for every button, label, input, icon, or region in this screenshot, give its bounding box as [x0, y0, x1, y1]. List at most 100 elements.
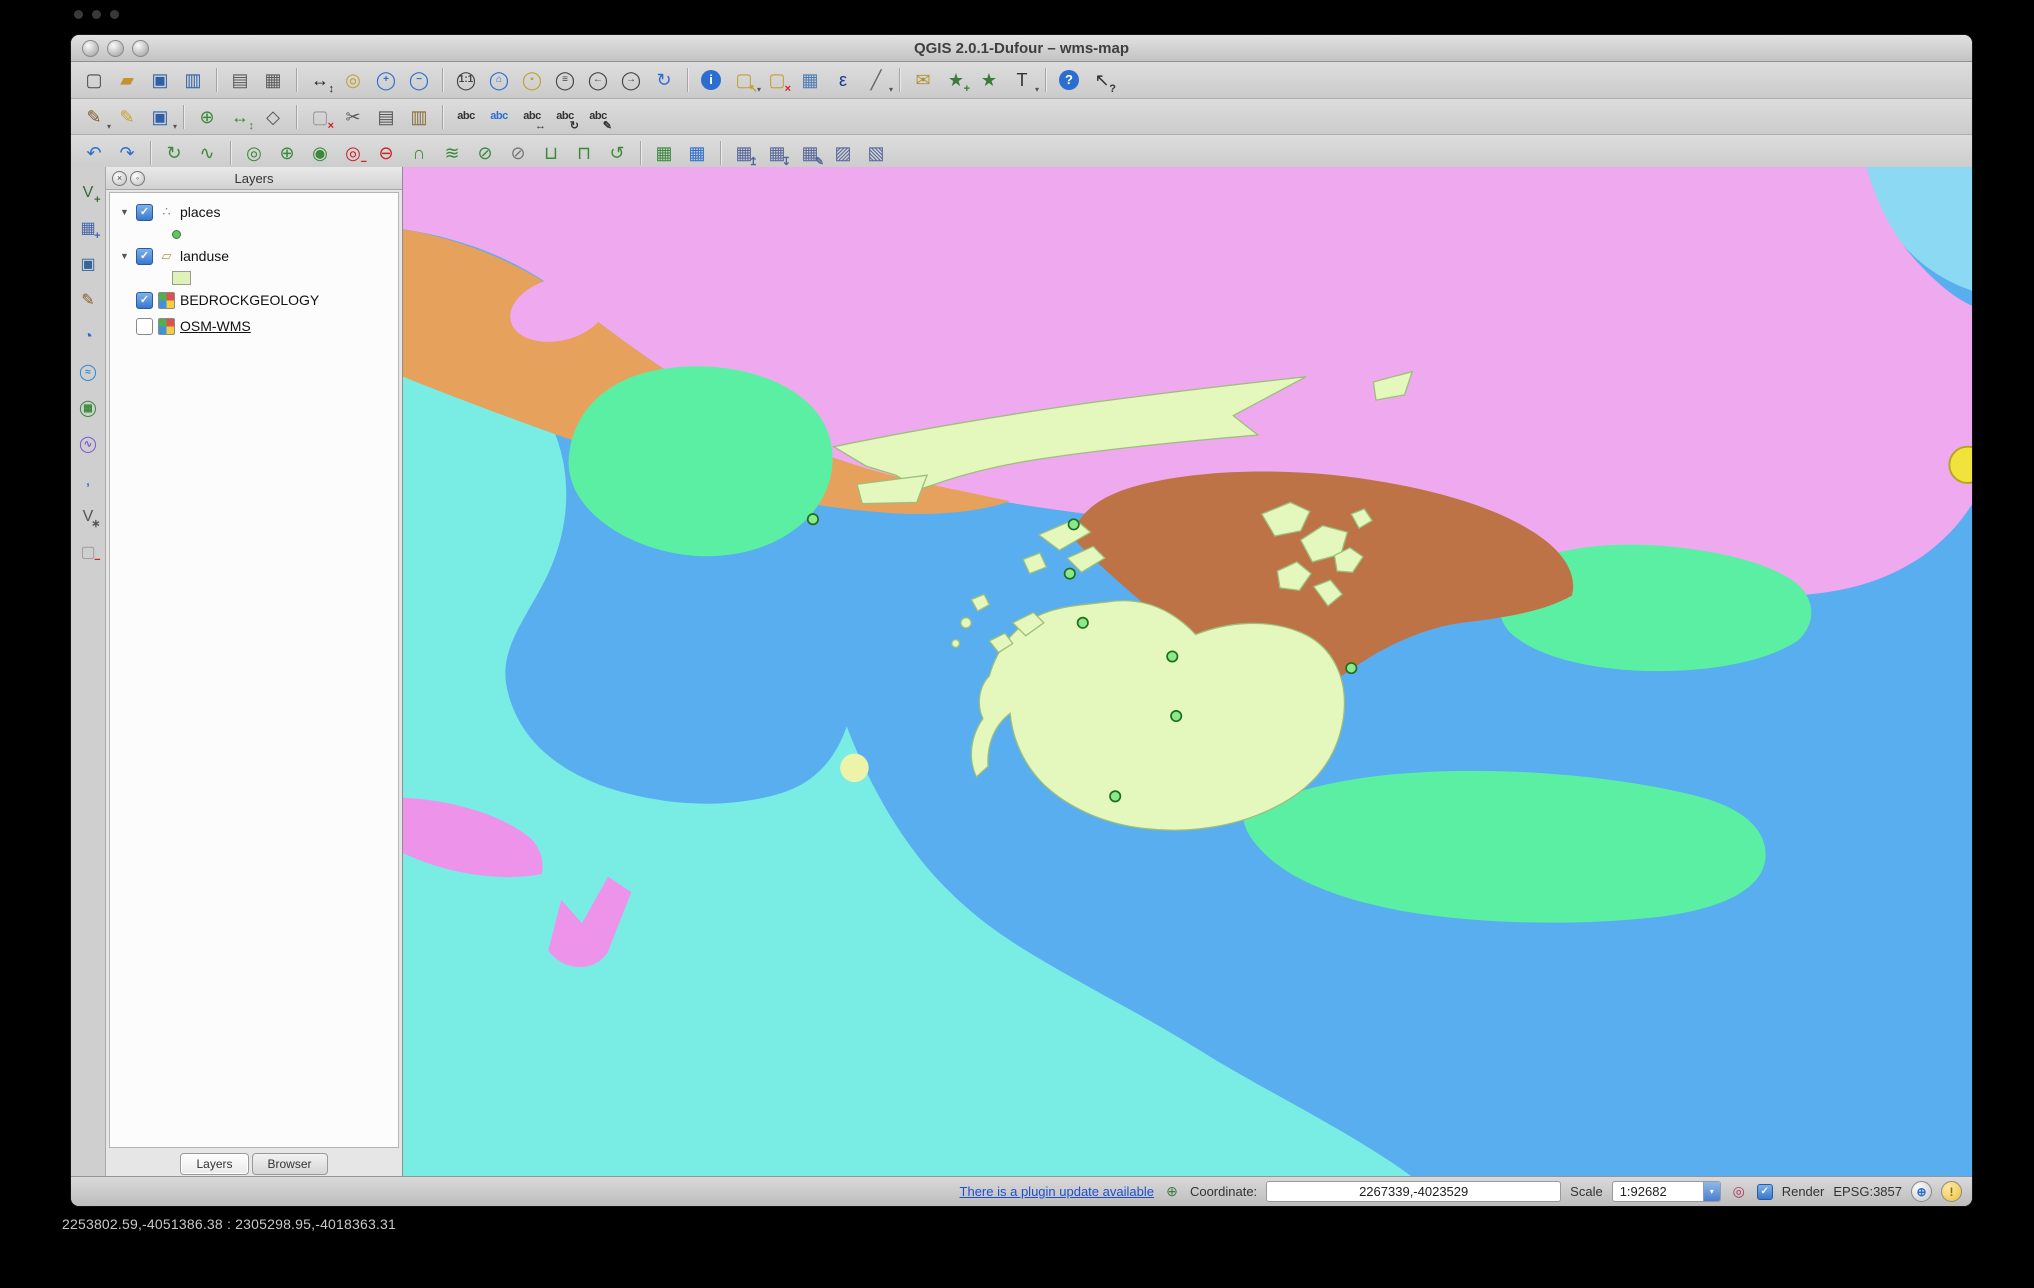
split-parts-button[interactable]: ⊘	[503, 138, 533, 168]
add-ring-button[interactable]: ◎	[239, 138, 269, 168]
help-contents-button[interactable]: ?	[1054, 65, 1084, 95]
save-layer-edits-button[interactable]: ▣▾	[145, 102, 175, 132]
simplify-feature-button[interactable]: ∿	[192, 138, 222, 168]
map-tool-import-button[interactable]: ▦↥	[729, 138, 759, 168]
minimize-button[interactable]	[107, 40, 124, 57]
refresh-map-button[interactable]: ↻	[649, 65, 679, 95]
geometry-checker-button[interactable]: ▦	[649, 138, 679, 168]
node-tool-button[interactable]: ◇	[258, 102, 288, 132]
text-annotation-button[interactable]: T▾	[1007, 65, 1037, 95]
add-delimited-text-layer-button[interactable]: ,	[75, 467, 102, 494]
copy-features-button[interactable]: ▤	[371, 102, 401, 132]
field-calculator-button[interactable]: ε	[828, 65, 858, 95]
zoom-native-button[interactable]: ◯1:1	[451, 65, 481, 95]
zoom-button[interactable]	[132, 40, 149, 57]
current-edits-button[interactable]: ✎▾	[79, 102, 109, 132]
add-spatialite-layer-button[interactable]: ✎	[75, 287, 102, 314]
panel-tab-browser[interactable]: Browser	[252, 1153, 328, 1175]
undo-button[interactable]: ↶	[79, 138, 109, 168]
zoom-in-button[interactable]: ◯+	[371, 65, 401, 95]
map-canvas[interactable]	[403, 167, 1972, 1177]
scale-magnifier-icon[interactable]: ◎	[1730, 1183, 1748, 1201]
coordinate-input[interactable]: 2267339,-4023529	[1266, 1181, 1561, 1202]
zoom-to-selection-button[interactable]: ◯▪	[517, 65, 547, 95]
add-feature-button[interactable]: ⊕	[192, 102, 222, 132]
rotate-feature-button[interactable]: ↻	[159, 138, 189, 168]
render-checkbox[interactable]	[1757, 1184, 1773, 1200]
layer-visibility-checkbox[interactable]	[136, 248, 153, 265]
toggle-editing-button[interactable]: ✎	[112, 102, 142, 132]
merge-attributes-button[interactable]: ⊓	[569, 138, 599, 168]
show-bookmarks-button[interactable]: ★	[974, 65, 1004, 95]
add-wfs-layer-button[interactable]: ◯∿	[75, 431, 102, 458]
open-project-button[interactable]: ▰	[112, 65, 142, 95]
raster-calculator-button[interactable]: ▦	[682, 138, 712, 168]
identify-features-button[interactable]: i	[696, 65, 726, 95]
panel-tab-layers[interactable]: Layers	[180, 1153, 248, 1175]
split-features-button[interactable]: ⊘	[470, 138, 500, 168]
plugin-update-icon[interactable]: ⊕	[1163, 1183, 1181, 1201]
add-vector-layer-button[interactable]: V+	[75, 179, 102, 206]
rotate-label-button[interactable]: abc↻	[550, 102, 580, 132]
disclosure-triangle-icon[interactable]: ▼	[118, 251, 131, 261]
add-wcs-layer-button[interactable]: ◯▦	[75, 395, 102, 422]
message-log-icon[interactable]: !	[1941, 1181, 1962, 1202]
delete-part-button[interactable]: ⊖	[371, 138, 401, 168]
remove-layer-button[interactable]: ▢−	[75, 539, 102, 566]
zoom-next-button[interactable]: ◯→	[616, 65, 646, 95]
map-tool-query-button[interactable]: ▧	[861, 138, 891, 168]
new-shapefile-layer-button[interactable]: V∗	[75, 503, 102, 530]
add-postgis-layer-button[interactable]: ▣	[75, 251, 102, 278]
new-bookmark-button[interactable]: ★+	[941, 65, 971, 95]
add-part-button[interactable]: ⊕	[272, 138, 302, 168]
reshape-features-button[interactable]: ∩	[404, 138, 434, 168]
delete-selected-button[interactable]: ▢×	[305, 102, 335, 132]
window-titlebar[interactable]: QGIS 2.0.1-Dufour – wms-map	[71, 35, 1972, 62]
close-button[interactable]	[82, 40, 99, 57]
layer-visibility-checkbox[interactable]	[136, 204, 153, 221]
add-mssql-layer-button[interactable]: ◔	[75, 323, 102, 350]
whats-this-button[interactable]: ↖?	[1087, 65, 1117, 95]
map-tool-edit-button[interactable]: ▦✎	[795, 138, 825, 168]
move-label-button[interactable]: abc↔	[517, 102, 547, 132]
layer-item-bedrockgeology[interactable]: BEDROCKGEOLOGY	[110, 287, 398, 313]
layer-item-landuse[interactable]: ▼▱landuse	[110, 243, 398, 269]
move-feature-button[interactable]: ↔↕	[225, 102, 255, 132]
scale-combobox[interactable]: 1:92682 ▾	[1612, 1181, 1721, 1202]
map-tips-button[interactable]: ✉	[908, 65, 938, 95]
composer-manager-button[interactable]: ▦	[258, 65, 288, 95]
layer-item-places[interactable]: ▼∴places	[110, 199, 398, 225]
zoom-to-layer-button[interactable]: ◯≡	[550, 65, 580, 95]
delete-ring-button[interactable]: ◎−	[338, 138, 368, 168]
rotate-point-symbols-button[interactable]: ↺	[602, 138, 632, 168]
open-attribute-table-button[interactable]: ▦	[795, 65, 825, 95]
zoom-full-extent-button[interactable]: ◯⌂	[484, 65, 514, 95]
label-expression-button[interactable]: abc	[484, 102, 514, 132]
panel-float-icon[interactable]: ◦	[130, 171, 145, 186]
scale-dropdown-arrow-icon[interactable]: ▾	[1703, 1182, 1720, 1201]
merge-features-button[interactable]: ⊔	[536, 138, 566, 168]
plugin-update-link[interactable]: There is a plugin update available	[960, 1184, 1154, 1199]
save-project-as-button[interactable]: ▥	[178, 65, 208, 95]
layer-visibility-checkbox[interactable]	[136, 292, 153, 309]
map-tool-style-button[interactable]: ▨	[828, 138, 858, 168]
change-label-properties-button[interactable]: abc✎	[583, 102, 613, 132]
select-features-button[interactable]: ▢↖▾	[729, 65, 759, 95]
redo-button[interactable]: ↷	[112, 138, 142, 168]
layer-item-osm-wms[interactable]: OSM-WMS	[110, 313, 398, 339]
layers-panel-header[interactable]: × ◦ Layers	[106, 167, 402, 190]
cut-features-button[interactable]: ✂	[338, 102, 368, 132]
zoom-last-button[interactable]: ◯←	[583, 65, 613, 95]
zoom-out-button[interactable]: ◯−	[404, 65, 434, 95]
add-wms-layer-button[interactable]: ◯≈	[75, 359, 102, 386]
paste-features-button[interactable]: ▥	[404, 102, 434, 132]
offset-curve-button[interactable]: ≋	[437, 138, 467, 168]
add-raster-layer-button[interactable]: ▦+	[75, 215, 102, 242]
panel-close-icon[interactable]: ×	[112, 171, 127, 186]
layer-visibility-checkbox[interactable]	[136, 318, 153, 335]
layer-labeling-options-button[interactable]: abc	[451, 102, 481, 132]
deselect-features-button[interactable]: ▢×	[762, 65, 792, 95]
disclosure-triangle-icon[interactable]: ▼	[118, 207, 131, 217]
new-project-button[interactable]: ▢	[79, 65, 109, 95]
new-print-composer-button[interactable]: ▤	[225, 65, 255, 95]
